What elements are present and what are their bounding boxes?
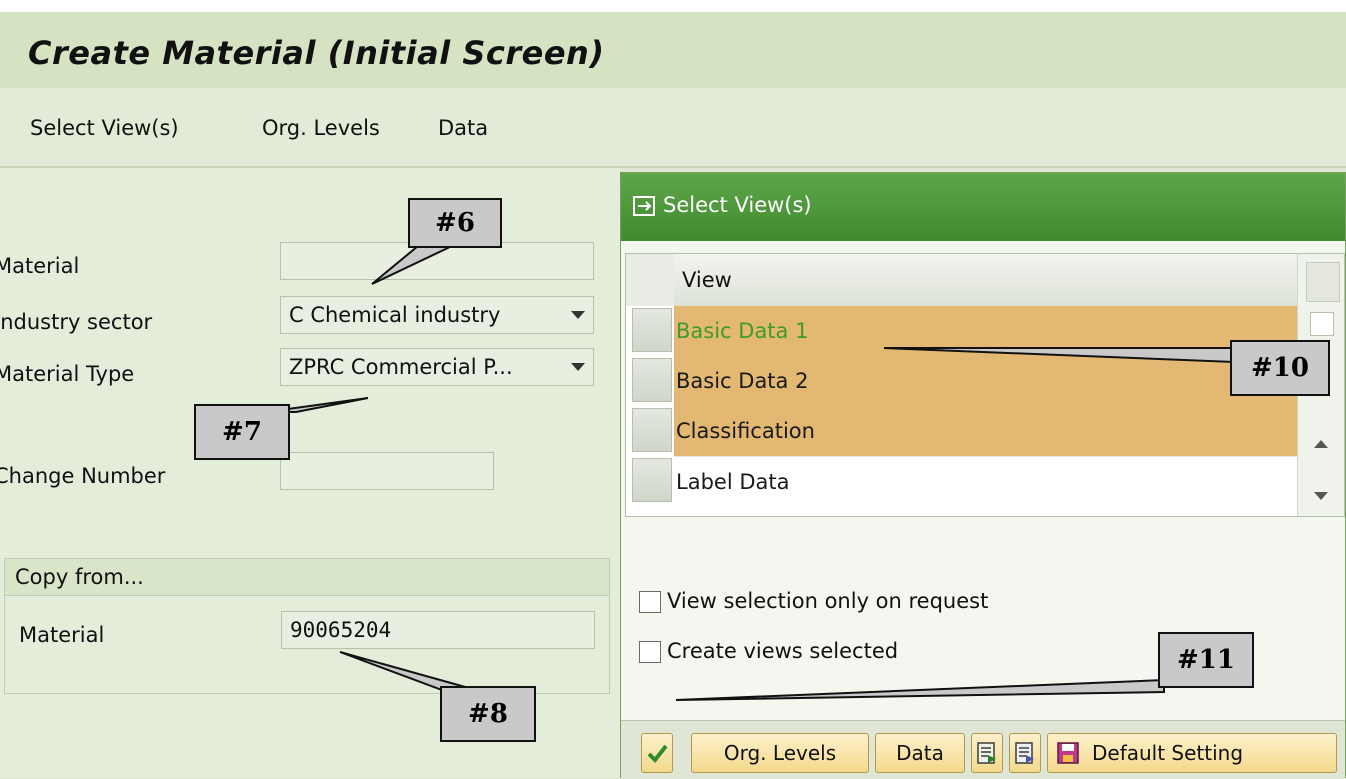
view-row-label-data[interactable]: Label Data bbox=[674, 456, 1300, 506]
dialog-header: Select View(s) bbox=[621, 173, 1345, 241]
deselect-all-icon bbox=[1015, 742, 1034, 764]
industry-sector-value: C Chemical industry bbox=[289, 303, 501, 327]
data-button[interactable]: Data bbox=[875, 733, 965, 773]
view-row-classification[interactable]: Classification bbox=[674, 406, 1300, 456]
default-setting-button[interactable]: Default Setting bbox=[1047, 733, 1337, 773]
callout-11: #11 bbox=[1158, 632, 1254, 688]
dropdown-arrow-icon bbox=[571, 311, 585, 319]
menu-bar: Select View(s) Org. Levels Data bbox=[0, 88, 1346, 168]
callout-10: #10 bbox=[1230, 340, 1330, 396]
material-label: Material bbox=[0, 254, 80, 278]
scroll-up-icon[interactable] bbox=[1314, 440, 1328, 448]
checkbox-view-selection-label: View selection only on request bbox=[667, 589, 989, 613]
copy-material-input[interactable]: 90065204 bbox=[281, 611, 595, 649]
row-selector[interactable] bbox=[632, 358, 672, 402]
copy-from-group: Copy from... Material 90065204 bbox=[4, 558, 610, 694]
copy-material-value: 90065204 bbox=[290, 618, 392, 642]
title-bar: Create Material (Initial Screen) bbox=[0, 0, 1346, 88]
industry-sector-label: Industry sector bbox=[0, 310, 153, 334]
column-settings-button[interactable] bbox=[1306, 262, 1340, 302]
menu-data[interactable]: Data bbox=[438, 116, 488, 140]
default-setting-label: Default Setting bbox=[1092, 741, 1244, 765]
select-all-icon bbox=[977, 742, 996, 764]
view-column-header[interactable]: View bbox=[674, 254, 1300, 307]
menu-org-levels[interactable]: Org. Levels bbox=[262, 116, 380, 140]
page-title: Create Material (Initial Screen) bbox=[28, 34, 605, 72]
row-selector[interactable] bbox=[632, 408, 672, 452]
dropdown-arrow-icon bbox=[571, 363, 585, 371]
checkbox-box[interactable] bbox=[639, 591, 661, 613]
org-levels-button[interactable]: Org. Levels bbox=[691, 733, 869, 773]
continue-check-icon bbox=[647, 744, 668, 764]
copy-from-title: Copy from... bbox=[15, 565, 144, 589]
checkbox-create-views-label: Create views selected bbox=[667, 639, 899, 663]
copy-material-label: Material bbox=[19, 623, 105, 647]
view-column-label: View bbox=[682, 268, 732, 292]
change-number-label: Change Number bbox=[0, 464, 166, 488]
dialog-body: View Basic Data 1 Basic Data 2 Classific… bbox=[621, 241, 1345, 779]
select-all-button[interactable] bbox=[971, 733, 1003, 773]
scroll-thumb[interactable] bbox=[1310, 312, 1334, 336]
dialog-toolbar: Org. Levels Data Default Setting bbox=[621, 720, 1345, 779]
row-selector[interactable] bbox=[632, 458, 672, 502]
callout-8: #8 bbox=[440, 686, 536, 742]
continue-button[interactable] bbox=[641, 733, 673, 773]
view-row-basic-data-2[interactable]: Basic Data 2 bbox=[674, 356, 1300, 406]
row-selector[interactable] bbox=[632, 308, 672, 352]
checkbox-box[interactable] bbox=[639, 641, 661, 663]
dialog-title: Select View(s) bbox=[663, 193, 812, 217]
checkbox-create-views[interactable]: Create views selected bbox=[639, 639, 898, 663]
callout-6: #6 bbox=[408, 198, 502, 248]
change-number-input[interactable] bbox=[280, 452, 494, 490]
deselect-all-button[interactable] bbox=[1009, 733, 1041, 773]
scroll-down-icon[interactable] bbox=[1314, 492, 1328, 500]
material-type-label: Material Type bbox=[0, 362, 135, 386]
copy-from-header: Copy from... bbox=[5, 559, 609, 596]
menu-select-views[interactable]: Select View(s) bbox=[30, 116, 179, 140]
save-icon bbox=[1057, 742, 1079, 764]
material-type-dropdown[interactable]: ZPRC Commercial P... bbox=[280, 348, 594, 386]
callout-7: #7 bbox=[194, 404, 290, 460]
material-type-value: ZPRC Commercial P... bbox=[289, 355, 513, 379]
view-row-basic-data-1[interactable]: Basic Data 1 bbox=[674, 306, 1300, 356]
checkbox-view-selection[interactable]: View selection only on request bbox=[639, 589, 988, 613]
select-all-cell[interactable] bbox=[626, 254, 675, 306]
dialog-window-icon bbox=[633, 196, 655, 216]
industry-sector-dropdown[interactable]: C Chemical industry bbox=[280, 296, 594, 334]
